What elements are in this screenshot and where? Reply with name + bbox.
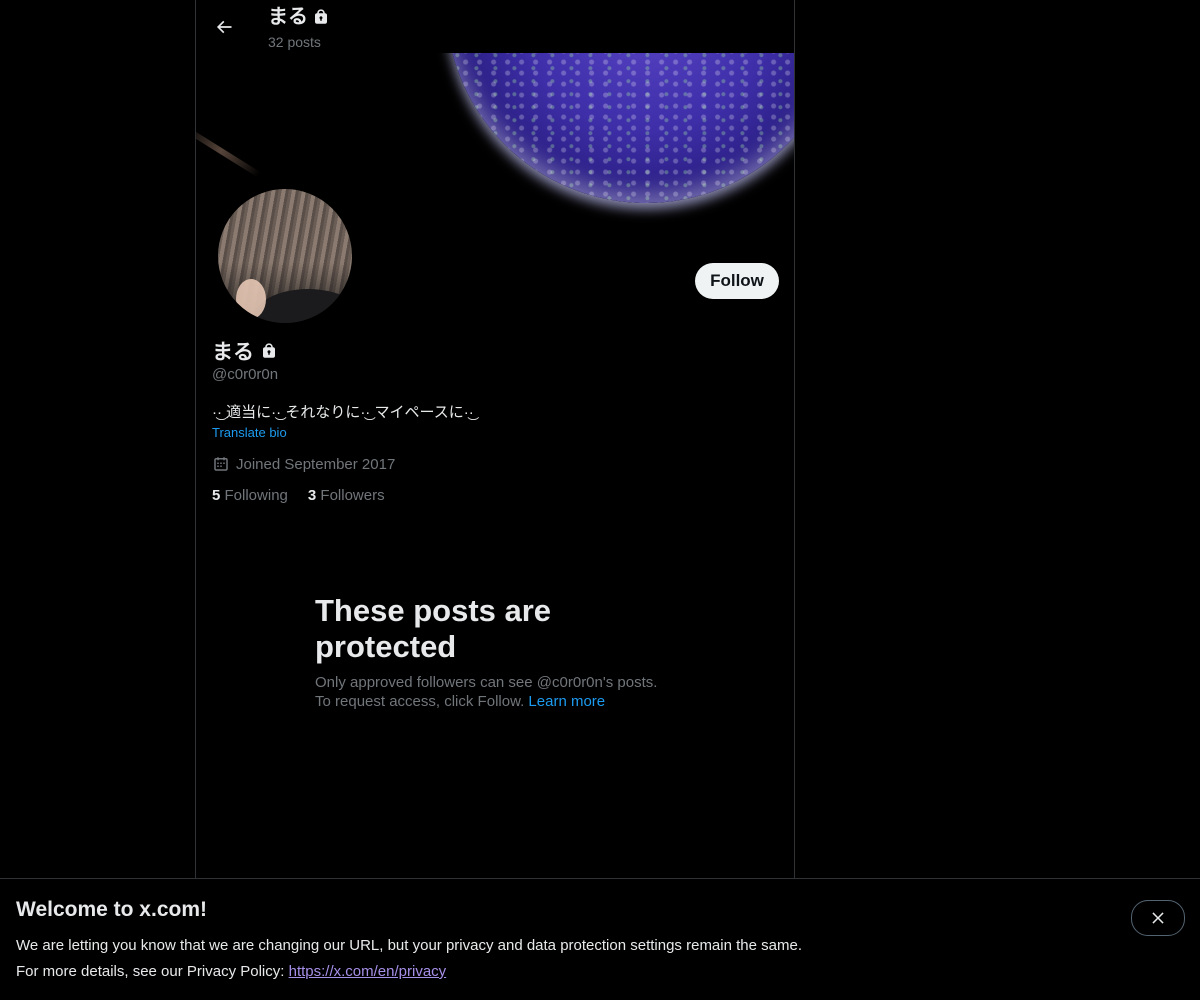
profile-column: まる 32 posts Follow まる @c0r0r0n ·͜· 適当に·͜… bbox=[195, 0, 795, 1000]
notice-line2: For more details, see our Privacy Policy… bbox=[16, 963, 285, 980]
protected-line2-row: To request access, click Follow. Learn m… bbox=[315, 692, 695, 711]
profile-bio: ·͜· 適当に·͜· それなりに·͜· マイペースに·͜· bbox=[212, 404, 474, 421]
joined-date: Joined September 2017 bbox=[212, 455, 395, 473]
profile-stats: 5 Following 3 Followers bbox=[212, 487, 385, 504]
learn-more-link[interactable]: Learn more bbox=[528, 693, 605, 710]
arrow-left-icon bbox=[214, 17, 234, 37]
calendar-icon bbox=[212, 455, 230, 473]
protected-line1: Only approved followers can see @c0r0r0n… bbox=[315, 674, 658, 691]
notice-line2-row: For more details, see our Privacy Policy… bbox=[16, 963, 446, 980]
profile-handle: @c0r0r0n bbox=[212, 366, 279, 383]
close-notice-button[interactable] bbox=[1131, 900, 1185, 936]
notice-line1: We are letting you know that we are chan… bbox=[16, 937, 802, 954]
close-icon bbox=[1149, 909, 1167, 927]
back-button[interactable] bbox=[208, 11, 240, 43]
avatar-shoulder bbox=[253, 289, 352, 323]
followers-count: 3 bbox=[307, 487, 317, 504]
lock-icon bbox=[260, 342, 278, 360]
followers-label: Followers bbox=[320, 487, 385, 504]
following-count: 5 bbox=[212, 487, 221, 504]
header-name: まる bbox=[268, 6, 308, 28]
url-change-notice: Welcome to x.com! We are letting you kno… bbox=[0, 878, 1200, 1000]
profile-name: まる bbox=[212, 341, 254, 364]
posts-count: 32 posts bbox=[268, 34, 321, 50]
protected-line2: To request access, click Follow. bbox=[315, 693, 525, 710]
joined-text: Joined September 2017 bbox=[236, 455, 396, 473]
followers-link[interactable]: 3 Followers bbox=[308, 487, 385, 504]
privacy-policy-link[interactable]: https://x.com/en/privacy bbox=[289, 963, 447, 980]
avatar[interactable] bbox=[214, 185, 356, 327]
page: まる 32 posts Follow まる @c0r0r0n ·͜· 適当に·͜… bbox=[0, 0, 1200, 1000]
header-title: まる bbox=[268, 5, 330, 29]
protected-text: Only approved followers can see @c0r0r0n… bbox=[315, 673, 695, 711]
following-label: Following bbox=[224, 487, 288, 504]
banner-sphere-image bbox=[446, 53, 794, 203]
following-link[interactable]: 5 Following bbox=[212, 487, 288, 504]
profile-name-row: まる bbox=[212, 336, 278, 366]
profile-header: まる 32 posts bbox=[196, 0, 794, 53]
lock-icon bbox=[312, 8, 330, 26]
banner-streak bbox=[196, 124, 261, 178]
protected-posts-notice: These posts are protected Only approved … bbox=[315, 593, 695, 711]
follow-button[interactable]: Follow bbox=[695, 263, 779, 299]
notice-title: Welcome to x.com! bbox=[16, 898, 207, 921]
avatar-face bbox=[236, 279, 266, 319]
translate-bio-link[interactable]: Translate bio bbox=[212, 425, 287, 440]
protected-title: These posts are protected bbox=[315, 593, 552, 664]
